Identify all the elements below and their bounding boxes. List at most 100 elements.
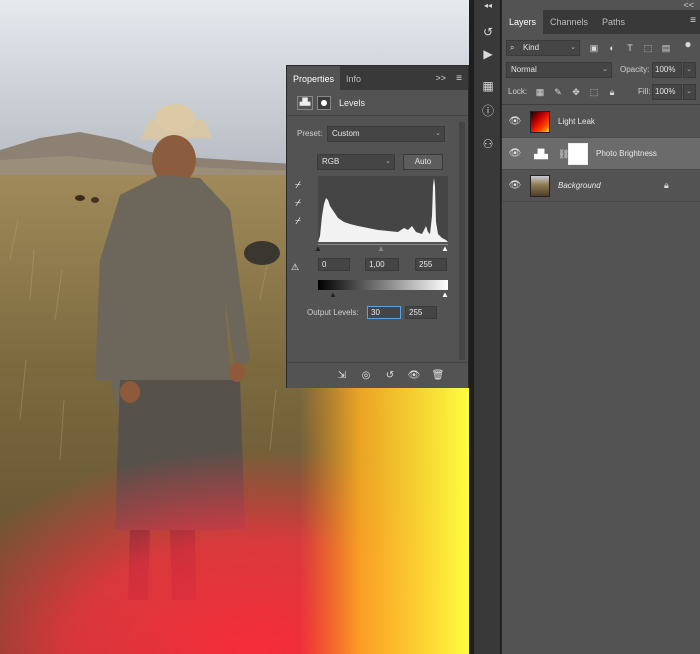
levels-icon: ▟▙ xyxy=(530,143,552,165)
lock-artboard-icon[interactable]: ⬚ xyxy=(588,86,600,98)
auto-button[interactable]: Auto xyxy=(403,154,443,170)
eyedropper-gray-icon[interactable]: ⌿ xyxy=(295,198,301,209)
lock-label: Lock: xyxy=(508,87,528,96)
levels-icon: ▟▙ xyxy=(297,96,313,110)
layer-name: Photo Brightness xyxy=(596,149,657,158)
output-gradient-bar xyxy=(318,280,448,290)
blend-mode-select[interactable]: Normal ⌄ xyxy=(506,62,612,78)
trash-icon[interactable]: 🗑︎ xyxy=(431,369,445,383)
preset-label: Preset: xyxy=(297,129,323,138)
search-icon: ⌕ xyxy=(510,43,515,52)
adjustments-icon[interactable]: ▦ xyxy=(478,76,498,96)
layers-panel: << Layers Channels Paths ≡ ⌕ Kind ⌄ ▣ ◐ … xyxy=(502,0,700,654)
preset-value: Custom xyxy=(332,129,360,138)
eyedropper-white-icon[interactable]: ⌿ xyxy=(295,216,301,227)
shape-filter-icon[interactable]: ⬚ xyxy=(642,42,654,54)
warning-icon[interactable]: ⚠ xyxy=(291,262,299,273)
layer-row[interactable]: 👁︎ Background 🔒︎ xyxy=(502,170,700,202)
output-levels-label: Output Levels: xyxy=(307,308,359,317)
white-point-handle[interactable]: ▲ xyxy=(441,244,449,253)
preset-select[interactable]: Custom ⌄ xyxy=(327,126,445,142)
opacity-dropdown[interactable]: ⌄ xyxy=(683,62,696,78)
eyedropper-black-icon[interactable]: ⌿ xyxy=(295,180,301,191)
tab-channels[interactable]: Channels xyxy=(543,10,595,34)
properties-footer: ⇲ ◎ ↺ 👁︎ 🗑︎ xyxy=(287,362,468,388)
adjustment-header: ▟▙ Levels xyxy=(287,90,468,116)
panel-dock-strip: ◂◂ ↺ ▶ ▦ ⓘ ⚇ xyxy=(473,0,501,654)
chevron-down-icon: ⌄ xyxy=(570,44,576,51)
lock-all-icon[interactable]: 🔒︎ xyxy=(606,86,618,98)
eye-icon[interactable]: 👁︎ xyxy=(508,116,522,128)
collapse-dock-icon[interactable]: ◂◂ xyxy=(478,0,498,10)
channel-value: RGB xyxy=(322,157,340,166)
chevron-down-icon: ⌄ xyxy=(385,158,391,165)
layers-menu-icon[interactable]: ≡ xyxy=(690,15,696,26)
lock-move-icon[interactable]: ✥ xyxy=(570,86,582,98)
opacity-input[interactable]: 100% xyxy=(652,62,682,78)
properties-menu-icon[interactable]: ≡ xyxy=(456,73,462,84)
output-white-field[interactable]: 255 xyxy=(405,306,437,319)
fill-dropdown[interactable]: ⌄ xyxy=(683,84,696,100)
layer-name: Background xyxy=(558,181,601,190)
layers-tab-bar: Layers Channels Paths xyxy=(502,10,700,34)
histogram-shape xyxy=(318,178,448,242)
collapse-panel-icon[interactable]: << xyxy=(683,0,694,10)
expand-panel-icon[interactable]: >> xyxy=(435,73,446,83)
lock-pixels-icon[interactable]: ▦ xyxy=(534,86,546,98)
toggle-filter-icon[interactable]: ● xyxy=(682,38,694,50)
layer-mask-thumbnail[interactable] xyxy=(568,143,588,165)
channel-select[interactable]: RGB ⌄ xyxy=(317,154,395,170)
smart-object-filter-icon[interactable]: ▤ xyxy=(660,42,672,54)
tab-properties[interactable]: Properties xyxy=(287,66,341,90)
reset-icon[interactable]: ↺ xyxy=(383,369,397,383)
type-filter-icon[interactable]: T xyxy=(624,42,636,54)
layer-thumbnail xyxy=(530,175,550,197)
fill-label: Fill: xyxy=(638,87,651,96)
clip-to-layer-icon[interactable]: ⇲ xyxy=(335,369,349,383)
black-point-handle[interactable]: ▲ xyxy=(314,244,322,253)
info-icon[interactable]: ⓘ xyxy=(478,100,498,120)
properties-panel: Properties Info >> ≡ ▟▙ Levels Preset: C… xyxy=(286,65,469,388)
input-gamma-field[interactable]: 1,00 xyxy=(365,258,399,271)
adjustment-title: Levels xyxy=(339,98,366,108)
tab-paths[interactable]: Paths xyxy=(595,10,632,34)
tab-info[interactable]: Info xyxy=(340,66,367,90)
input-white-field[interactable]: 255 xyxy=(415,258,447,271)
chevron-down-icon: ⌄ xyxy=(686,66,692,73)
mask-icon[interactable] xyxy=(317,96,331,110)
filter-kind-value: Kind xyxy=(523,43,540,52)
tab-layers[interactable]: Layers xyxy=(502,10,544,34)
output-black-field[interactable]: 30 xyxy=(367,306,401,319)
view-previous-icon[interactable]: ◎ xyxy=(359,369,373,383)
output-white-handle[interactable]: ▲ xyxy=(441,290,449,299)
chevron-down-icon: ⌄ xyxy=(602,66,608,73)
blend-mode-value: Normal xyxy=(511,65,537,74)
gamma-handle[interactable]: ▲ xyxy=(377,244,385,253)
output-black-handle[interactable]: ▲ xyxy=(329,290,337,299)
layer-name: Light Leak xyxy=(558,117,595,126)
lock-icon: 🔒︎ xyxy=(664,180,669,190)
eye-icon[interactable]: 👁︎ xyxy=(508,148,522,160)
input-black-field[interactable]: 0 xyxy=(318,258,350,271)
circle-filter-icon[interactable]: ◐ xyxy=(606,42,618,54)
chevron-down-icon: ⌄ xyxy=(435,130,441,137)
layer-row[interactable]: 👁︎ ▟▙ ⛓︎ Photo Brightness xyxy=(502,138,700,170)
play-icon[interactable]: ▶ xyxy=(478,44,498,64)
layer-thumbnail xyxy=(530,111,550,133)
opacity-value: 100% xyxy=(655,65,676,74)
image-filter-icon[interactable]: ▣ xyxy=(588,42,600,54)
libraries-icon[interactable]: ⚇ xyxy=(478,134,498,154)
lock-paint-icon[interactable]: ✎ xyxy=(552,86,564,98)
filter-kind-select[interactable]: ⌕ Kind ⌄ xyxy=(506,40,580,56)
divider xyxy=(502,104,700,105)
histogram xyxy=(318,176,448,242)
chevron-down-icon: ⌄ xyxy=(686,88,692,95)
history-icon[interactable]: ↺ xyxy=(478,22,498,42)
fill-input[interactable]: 100% xyxy=(652,84,682,100)
visibility-icon[interactable]: 👁︎ xyxy=(407,369,421,383)
scrollbar[interactable] xyxy=(459,122,465,360)
opacity-label: Opacity: xyxy=(620,65,650,74)
fill-value: 100% xyxy=(655,87,676,96)
layer-row[interactable]: 👁︎ Light Leak xyxy=(502,106,700,138)
eye-icon[interactable]: 👁︎ xyxy=(508,180,522,192)
